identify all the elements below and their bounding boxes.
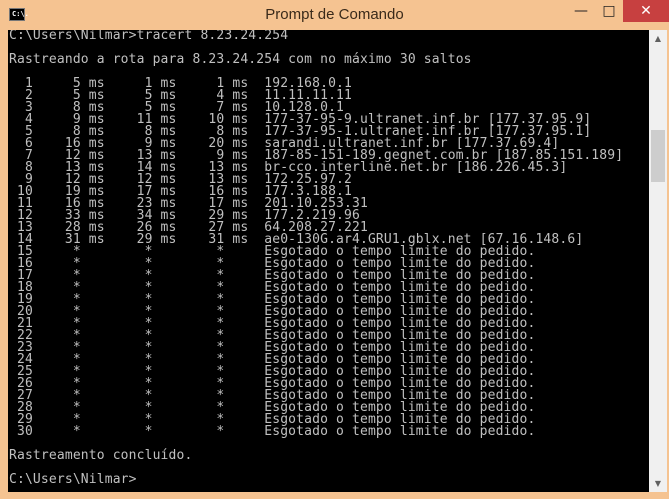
- command-prompt-window: C:\. Prompt de Comando — □ ✕ C:\Users\Ni…: [0, 0, 669, 499]
- console-output[interactable]: C:\Users\Nilmar>tracert 8.23.24.254 Rast…: [8, 30, 649, 492]
- minimize-button[interactable]: —: [567, 0, 595, 22]
- console-text: C:\Users\Nilmar>tracert 8.23.24.254 Rast…: [8, 30, 649, 486]
- console-line: Rastreamento concluído.: [9, 448, 193, 463]
- console-line: C:\Users\Nilmar>: [9, 472, 137, 487]
- maximize-button[interactable]: □: [595, 0, 623, 22]
- window-bottom-border: [0, 492, 669, 499]
- title-bar[interactable]: C:\. Prompt de Comando — □ ✕: [0, 0, 669, 30]
- vertical-scrollbar[interactable]: ▲ ▼: [649, 30, 667, 492]
- console-line: 30 * * * Esgotado o tempo limite do pedi…: [9, 424, 536, 439]
- scrollbar-thumb[interactable]: [651, 130, 665, 182]
- close-button[interactable]: ✕: [623, 0, 669, 22]
- console-line: Rastreando a rota para 8.23.24.254 com n…: [9, 52, 472, 67]
- console-line: C:\Users\Nilmar>tracert 8.23.24.254: [9, 30, 289, 43]
- scroll-up-arrow-icon[interactable]: ▲: [649, 30, 667, 47]
- scroll-down-arrow-icon[interactable]: ▼: [649, 475, 667, 492]
